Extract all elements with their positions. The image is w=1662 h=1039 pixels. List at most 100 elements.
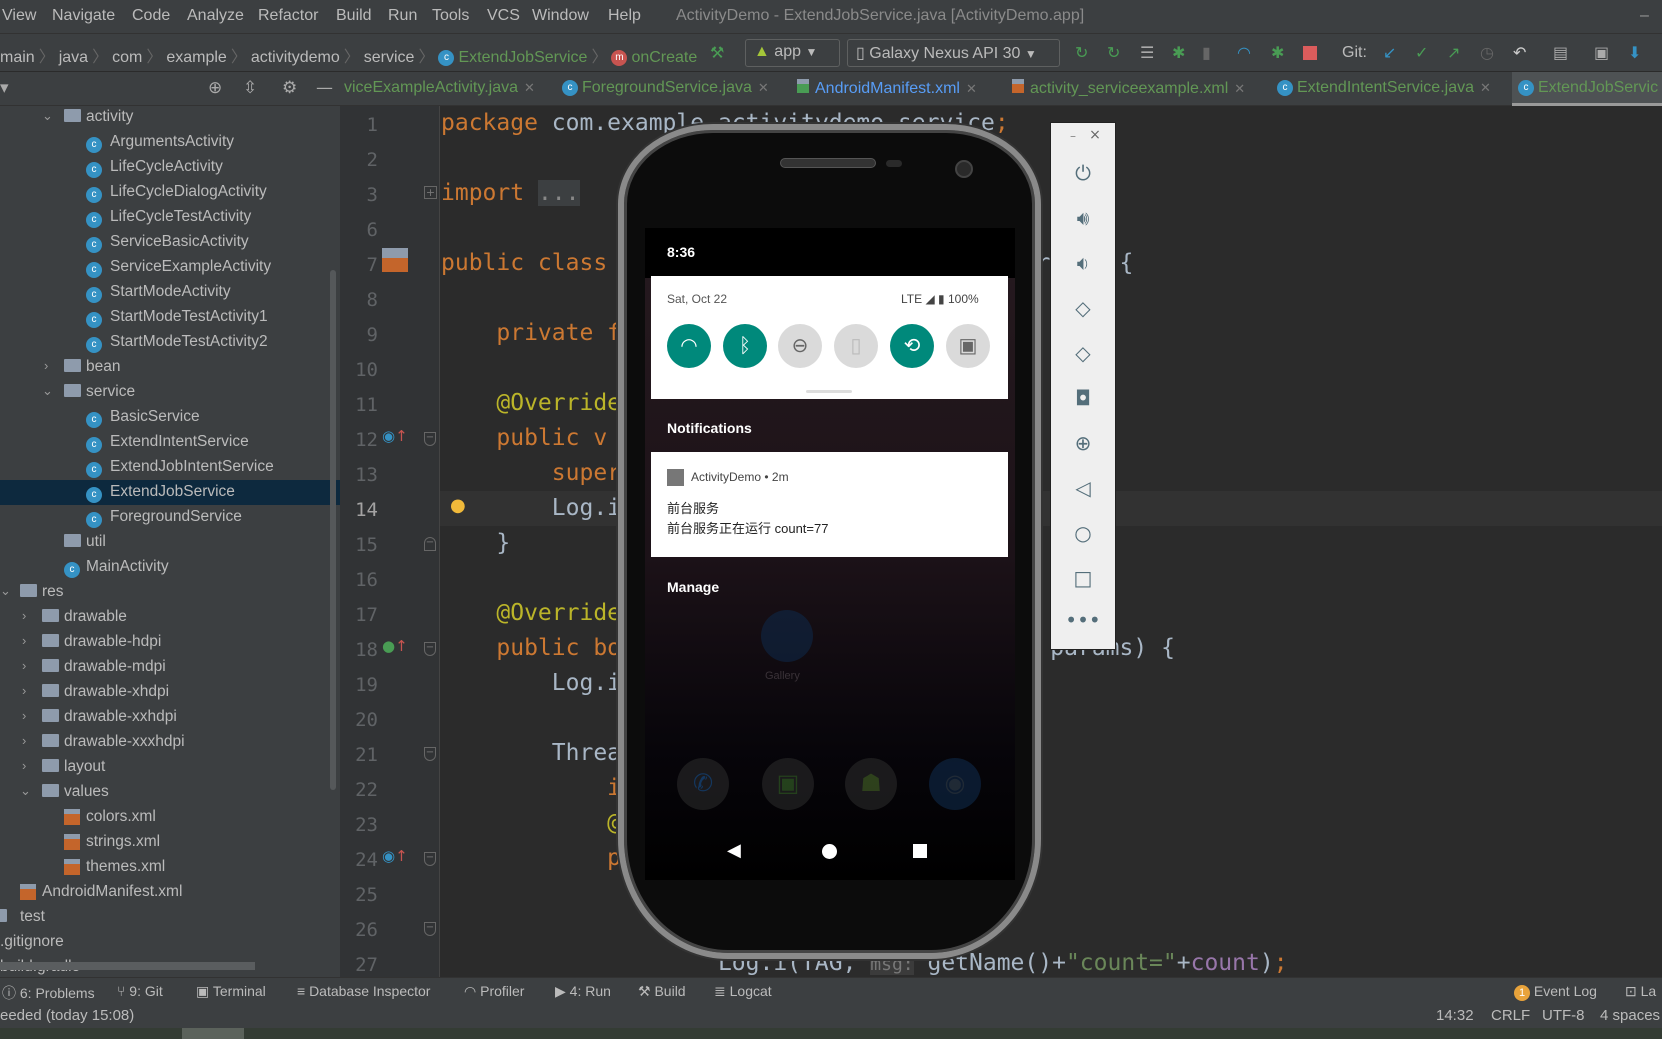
rollback-icon[interactable]: ↶ [1513,43,1526,63]
code-line[interactable]: i [441,775,621,801]
code-line[interactable]: Log.i [441,495,621,521]
collapse-all-icon[interactable]: ⇳ [243,78,257,98]
implement-method-icon[interactable]: ●↑ [382,637,408,655]
git-push-icon[interactable]: ↗ [1447,43,1460,63]
gallery-icon[interactable] [761,610,813,662]
tree-item[interactable]: c StartModeTestActivity1 [0,305,340,330]
tree-item[interactable]: c MainActivity [0,555,340,580]
menu-analyze[interactable]: Analyze [187,7,244,25]
code-line[interactable]: @ [441,810,621,836]
home-icon[interactable]: ○ [1051,521,1115,545]
problems-tool-button[interactable]: ⓘ 6: Problems [2,983,95,1003]
git-tool-button[interactable]: ⑂ 9: Git [117,983,163,999]
tree-item[interactable]: c ExtendJobService [0,480,340,505]
tree-item[interactable]: colors.xml [0,805,340,830]
profiler-tool-button[interactable]: ◠ Profiler [464,983,524,1000]
apply-code-changes-icon[interactable]: ↻ [1107,43,1120,63]
code-line[interactable]: private f [441,320,621,346]
tree-item[interactable]: › drawable-mdpi [0,655,340,680]
breadcrumb-main[interactable]: main [0,49,35,66]
event-log-button[interactable]: 1 Event Log [1514,983,1597,1001]
run-tool-button[interactable]: ▶ 4: Run [555,983,611,1000]
breadcrumb-class[interactable]: ExtendJobService [458,49,587,66]
tree-scrollbar[interactable] [330,270,336,790]
nav-recents-button[interactable] [913,844,927,858]
attach-debugger-icon[interactable]: ✱ [1271,43,1284,63]
fold-icon[interactable]: − [424,922,436,936]
code-line[interactable]: @Override [441,390,621,416]
tree-item[interactable]: › bean [0,355,340,380]
bluetooth-toggle[interactable]: ᛒ [723,324,767,368]
rotate-left-icon[interactable]: ◇ [1051,296,1115,320]
tab-androidmanifest[interactable]: AndroidManifest.xml ✕ [797,72,977,106]
overview-icon[interactable]: □ [1051,566,1115,590]
code-line[interactable]: @Override [441,600,621,626]
run-config-select[interactable]: ▲ app ▼ [745,39,840,67]
auto-rotate-toggle[interactable]: ⟲ [890,324,934,368]
drag-handle[interactable] [806,390,852,393]
tree-item[interactable]: c BasicService [0,405,340,430]
tree-item[interactable]: › layout [0,755,340,780]
wifi-toggle[interactable]: ◠ [667,324,711,368]
code-line[interactable]: } [441,530,510,556]
tree-item[interactable]: ⌄ values [0,780,340,805]
chevron-right-icon[interactable]: › [22,633,26,648]
layout-file-icon[interactable] [382,248,408,274]
chevron-down-icon[interactable]: ⌄ [0,583,11,599]
more-icon[interactable]: ••• [1051,608,1115,632]
tree-item[interactable]: c LifeCycleActivity [0,155,340,180]
terminal-icon[interactable]: ▣ [1594,43,1609,63]
menu-window[interactable]: Window [532,7,589,25]
tab-activity-serviceexample[interactable]: activity_serviceexample.xml ✕ [1012,72,1245,106]
sdk-manager-icon[interactable]: ⬇ [1628,43,1641,63]
git-commit-icon[interactable]: ✓ [1415,43,1428,63]
hide-icon[interactable]: — [316,78,333,98]
breadcrumb-com[interactable]: com [112,49,142,66]
menu-tools[interactable]: Tools [432,7,469,25]
tree-item[interactable]: › drawable-xxhdpi [0,705,340,730]
menu-navigate[interactable]: Navigate [52,7,115,25]
menu-view[interactable]: View [2,7,36,25]
code-line[interactable]: Log.i [441,670,621,696]
chevron-down-icon[interactable]: ⌄ [20,783,31,799]
chevron-right-icon[interactable]: › [22,758,26,773]
chevron-down-icon[interactable]: ⌄ [42,383,53,399]
tab-extendintentservice[interactable]: c ExtendIntentService.java ✕ [1277,72,1491,106]
tab-serviceexampleactivity[interactable]: viceExampleActivity.java ✕ [344,72,535,106]
emulator-screen[interactable]: 8:36 Sat, Oct 22 LTE ◢ ▮ 100% ◠ ᛒ ⊖ ▯ ⟲ … [645,228,1015,880]
camera-icon[interactable]: ◉ [929,758,981,810]
rotate-right-icon[interactable]: ◇ [1051,341,1115,365]
tree-item[interactable]: › drawable-xhdpi [0,680,340,705]
nav-back-button[interactable]: ◀ [727,840,741,861]
nav-home-button[interactable] [822,844,837,859]
tree-item[interactable]: test [0,905,340,930]
line-separator[interactable]: CRLF [1491,1007,1530,1024]
logcat-tool-button[interactable]: ≣ Logcat [714,983,772,1000]
do-not-disturb-toggle[interactable]: ⊖ [778,324,822,368]
hammer-icon[interactable]: ⚒ [710,43,724,63]
layout-inspector-button[interactable]: ⊡ La [1625,983,1656,1000]
tree-item[interactable]: ⌄ activity [0,106,340,130]
tree-item[interactable]: strings.xml [0,830,340,855]
gear-icon[interactable]: ⚙ [282,78,297,98]
tree-item[interactable]: c StartModeTestActivity2 [0,330,340,355]
tree-item[interactable]: c LifeCycleTestActivity [0,205,340,230]
coverage-icon[interactable]: ☰ [1140,43,1154,63]
tree-item[interactable]: AndroidManifest.xml [0,880,340,905]
fold-icon[interactable]: − [424,747,436,761]
project-view-dropdown-icon[interactable]: ▾ [0,78,9,98]
fold-expand-icon[interactable]: + [424,186,437,199]
breadcrumb-example[interactable]: example [166,49,226,66]
tree-horizontal-scrollbar[interactable] [0,962,255,970]
android-icon[interactable]: ☗ [845,758,897,810]
code-line[interactable]: import ... [441,180,580,206]
zoom-icon[interactable]: ⊕ [1051,431,1115,455]
fold-icon[interactable]: − [424,642,436,656]
volume-down-icon[interactable]: 🔉︎ [1051,251,1115,275]
menu-refactor[interactable]: Refactor [258,7,318,25]
back-icon[interactable]: ◁ [1051,476,1115,500]
tab-foregroundservice[interactable]: c ForegroundService.java ✕ [562,72,769,106]
tree-item[interactable]: .gitignore [0,930,340,955]
breadcrumb-service[interactable]: service [364,49,415,66]
store-icon[interactable]: ▣ [762,758,814,810]
